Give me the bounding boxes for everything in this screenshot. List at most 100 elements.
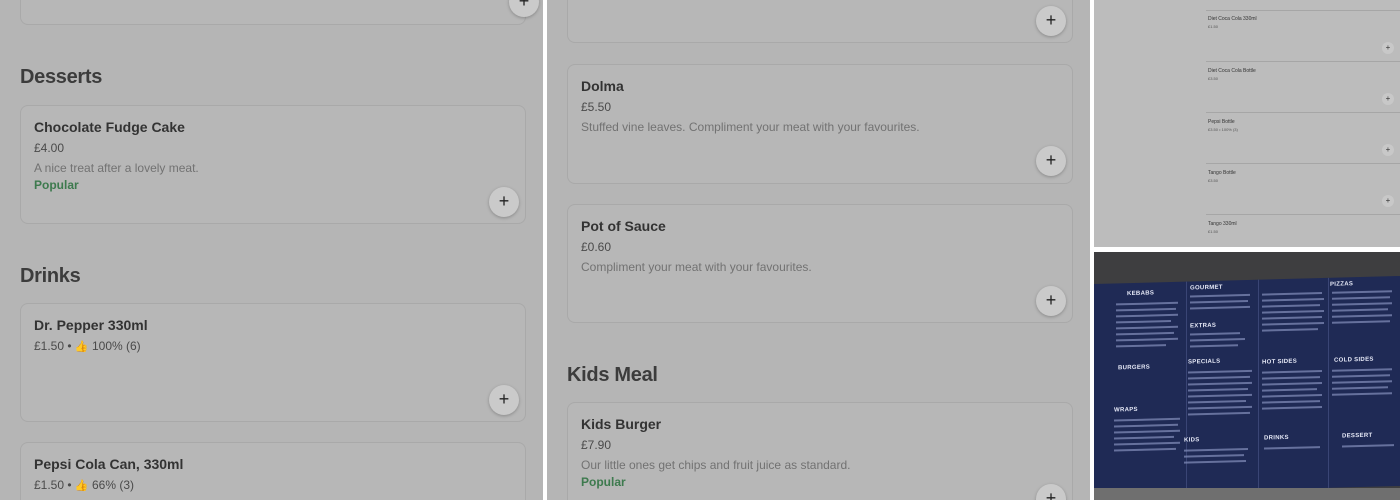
add-item-button[interactable]: + xyxy=(1382,93,1394,105)
add-item-button[interactable]: + xyxy=(1036,286,1066,316)
item-description: Compliment your meat with your favourite… xyxy=(581,260,812,274)
menu-text-line xyxy=(1116,337,1178,342)
menu-item-card[interactable]: Pepsi Cola Can, 330ml £1.50 • 👍 66% (3) xyxy=(20,442,526,500)
menu-text-line xyxy=(1114,417,1180,422)
item-price: £1.50 xyxy=(1208,24,1219,29)
plus-icon: + xyxy=(1385,94,1391,103)
menu-item-card[interactable] xyxy=(1206,0,1400,11)
menu-text-line xyxy=(1184,447,1248,452)
menu-item-card[interactable]: Dolma £5.50 Stuffed vine leaves. Complim… xyxy=(567,64,1073,184)
item-price: £7.90 xyxy=(581,438,612,452)
menu-item-card[interactable]: Tango Bottle £3.50 + xyxy=(1206,170,1400,215)
separator-dot: • xyxy=(67,339,72,353)
menu-text-line xyxy=(1262,382,1322,386)
menu-panel-sides-kids: + Dolma £5.50 Stuffed vine leaves. Compl… xyxy=(547,0,1090,500)
menu-heading: BURGERS xyxy=(1118,364,1151,372)
separator-dot: • xyxy=(67,478,72,492)
item-name: Kids Burger xyxy=(581,416,662,432)
menu-item-card[interactable]: Kids Burger £7.90 Our little ones get ch… xyxy=(567,402,1073,500)
item-price: £3.50 • 100% (3) xyxy=(1208,127,1238,132)
add-item-button[interactable]: + xyxy=(1036,146,1066,176)
item-name: Pepsi Bottle xyxy=(1208,119,1235,125)
menu-heading: COLD SIDES xyxy=(1334,356,1374,364)
menu-text-line xyxy=(1332,302,1392,306)
counter-surface xyxy=(1094,488,1400,500)
plus-icon: + xyxy=(1385,145,1391,154)
menu-item-card[interactable]: Tango 330ml £1.50 xyxy=(1206,221,1400,247)
menu-text-line xyxy=(1332,308,1388,312)
thumbs-up-icon: 👍 xyxy=(74,341,89,353)
add-item-button[interactable]: + xyxy=(1036,484,1066,500)
add-item-button[interactable]: + xyxy=(489,385,519,415)
menu-item-card[interactable]: Pot of Sauce £0.60 Compliment your meat … xyxy=(567,204,1073,323)
menu-text-line xyxy=(1190,332,1240,336)
item-description: A nice treat after a lovely meat. xyxy=(34,161,199,175)
item-name: Pepsi Cola Can, 330ml xyxy=(34,456,184,472)
item-name: Dr. Pepper 330ml xyxy=(34,317,148,333)
menu-item-card[interactable]: + xyxy=(20,0,539,25)
item-description: Our little ones get chips and fruit juic… xyxy=(581,458,851,472)
add-item-button[interactable]: + xyxy=(1036,6,1066,36)
menu-text-line xyxy=(1262,370,1322,374)
plus-icon: + xyxy=(1045,488,1057,500)
add-item-button[interactable]: + xyxy=(489,187,519,217)
add-item-button[interactable]: + xyxy=(1382,195,1394,207)
menu-text-line xyxy=(1262,394,1322,398)
item-name: Dolma xyxy=(581,78,624,94)
item-name: Tango 330ml xyxy=(1208,221,1237,227)
menu-heading: SPECIALS xyxy=(1188,358,1221,366)
add-item-button[interactable]: + xyxy=(509,0,539,17)
plus-icon: + xyxy=(1045,150,1057,170)
menu-text-line xyxy=(1116,307,1176,312)
menu-text-line xyxy=(1262,304,1320,308)
menu-text-line xyxy=(1190,305,1250,310)
menu-text-line xyxy=(1184,460,1246,464)
menu-item-card[interactable]: Diet Coca Cola 330ml £1.50 + xyxy=(1206,16,1400,62)
menu-text-line xyxy=(1262,406,1322,410)
menu-heading: WRAPS xyxy=(1114,406,1138,414)
menu-text-line xyxy=(1190,338,1245,342)
menu-item-card[interactable]: Chocolate Fudge Cake £4.00 A nice treat … xyxy=(20,105,526,224)
menu-text-line xyxy=(1262,376,1320,380)
menu-text-line xyxy=(1114,441,1180,446)
item-name: Diet Coca Cola Bottle xyxy=(1208,68,1256,74)
menu-text-line xyxy=(1116,313,1178,318)
menu-heading: DRINKS xyxy=(1264,434,1289,442)
popular-badge: Popular xyxy=(34,178,79,192)
add-item-button[interactable]: + xyxy=(1382,144,1394,156)
menu-text-line xyxy=(1332,320,1390,324)
add-item-button[interactable]: + xyxy=(1382,42,1394,54)
menu-divider xyxy=(1258,279,1259,490)
drinks-list-thumbnail: Diet Coca Cola 330ml £1.50 + Diet Coca C… xyxy=(1094,0,1400,247)
menu-text-line xyxy=(1190,293,1250,298)
menu-text-line xyxy=(1188,387,1248,392)
thumbs-up-icon: 👍 xyxy=(74,480,89,492)
item-rating: 100% (6) xyxy=(91,339,141,353)
menu-text-line xyxy=(1188,405,1252,410)
item-rating: 66% (3) xyxy=(91,478,134,492)
menu-text-line xyxy=(1262,321,1324,326)
menu-text-line xyxy=(1188,375,1250,380)
menu-text-line xyxy=(1262,316,1322,320)
menu-text-line xyxy=(1262,292,1322,296)
menu-text-line xyxy=(1264,446,1320,450)
menu-text-line xyxy=(1262,297,1324,302)
plus-icon: + xyxy=(1045,10,1057,30)
item-price-rating: £1.50 • 👍 66% (3) xyxy=(34,478,134,492)
item-description: Stuffed vine leaves. Compliment your mea… xyxy=(581,120,920,134)
menu-text-line xyxy=(1116,301,1178,306)
plus-icon: + xyxy=(518,0,530,11)
menu-text-line xyxy=(1262,388,1317,392)
menu-divider xyxy=(1328,277,1329,488)
plus-icon: + xyxy=(1385,43,1391,52)
menu-item-card[interactable]: Pepsi Bottle £3.50 • 100% (3) + xyxy=(1206,119,1400,164)
menu-text-line xyxy=(1188,393,1252,398)
menu-text-line xyxy=(1114,447,1176,452)
section-title-kids-meal: Kids Meal xyxy=(567,364,658,386)
item-price: £0.60 xyxy=(581,240,612,254)
item-price: £1.50 xyxy=(34,339,65,353)
menu-item-card[interactable]: Dr. Pepper 330ml £1.50 • 👍 100% (6) + xyxy=(20,303,526,422)
printed-menu-image: KEBABS GOURMET PIZZAS EXTRAS BURGERS SPE… xyxy=(1094,275,1400,495)
menu-item-card[interactable]: Diet Coca Cola Bottle £3.50 + xyxy=(1206,68,1400,113)
menu-item-card[interactable]: + xyxy=(567,0,1073,43)
